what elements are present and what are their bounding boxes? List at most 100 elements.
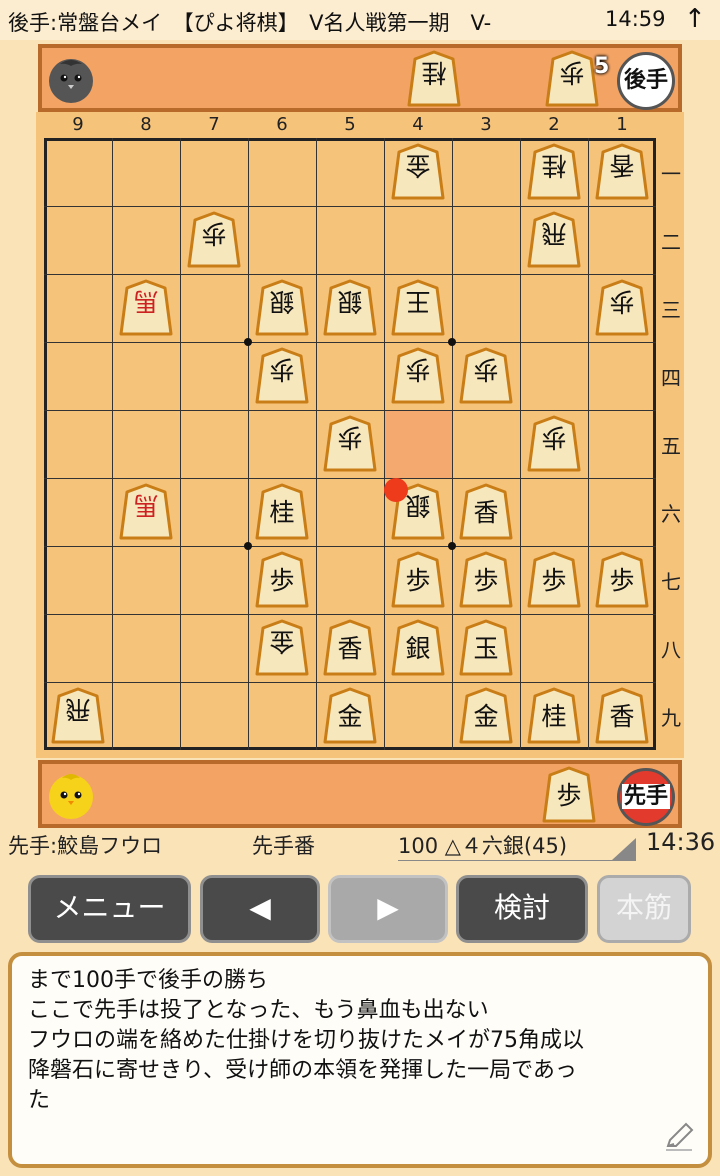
comment-line: フウロの端を絡めた仕掛けを切り抜けたメイが75角成以 xyxy=(28,1028,584,1053)
board-piece[interactable]: 飛 xyxy=(50,687,106,745)
prev-move-button[interactable]: ◀ xyxy=(200,875,320,943)
review-button[interactable]: 検討 xyxy=(456,875,588,943)
piece-label: 飛 xyxy=(541,219,567,248)
grid-line xyxy=(248,138,249,750)
board-piece[interactable]: 香 xyxy=(458,483,514,541)
piece-label: 香 xyxy=(473,498,499,527)
star-point xyxy=(244,338,252,346)
piece-label: 歩 xyxy=(405,566,431,595)
board-piece[interactable]: 歩 xyxy=(458,551,514,609)
file-label: 4 xyxy=(412,114,424,135)
board-piece[interactable]: 香 xyxy=(322,619,378,677)
board-piece[interactable]: 玉 xyxy=(458,619,514,677)
board-piece[interactable]: 歩 xyxy=(526,415,582,473)
board-piece[interactable]: 桂 xyxy=(254,483,310,541)
gote-hand-piece[interactable]: 歩 xyxy=(544,50,600,108)
file-label: 6 xyxy=(276,114,288,135)
move-underline xyxy=(398,860,636,861)
piece-label: 金 xyxy=(337,702,363,731)
board-piece[interactable]: 飛 xyxy=(526,211,582,269)
sente-badge: 先手 xyxy=(617,768,675,826)
gote-piece-stand: 桂 歩5 後手 xyxy=(38,44,682,112)
board-piece[interactable]: 馬 xyxy=(118,483,174,541)
piece-label: 銀 xyxy=(337,287,363,316)
rank-label: 九 xyxy=(661,706,681,730)
piece-label: 銀 xyxy=(269,287,295,316)
grid-line xyxy=(316,138,317,750)
board-piece[interactable]: 金 xyxy=(322,687,378,745)
grid-line xyxy=(112,138,113,750)
board-piece[interactable]: 歩 xyxy=(526,551,582,609)
pencil-icon[interactable] xyxy=(662,1120,696,1154)
comment-line: ここで先手は投了となった、もう鼻血も出ない xyxy=(28,998,489,1023)
piece-label: 香 xyxy=(609,702,635,731)
star-point xyxy=(448,338,456,346)
board-piece[interactable]: 歩 xyxy=(322,415,378,473)
rank-label: 六 xyxy=(661,502,681,526)
file-label: 3 xyxy=(480,114,492,135)
board-piece[interactable]: 香 xyxy=(594,143,650,201)
gote-hand-piece[interactable]: 桂 xyxy=(406,50,462,108)
rank-label: 五 xyxy=(661,434,681,458)
piece-label: 桂 xyxy=(269,498,295,527)
board-piece[interactable]: 歩 xyxy=(594,551,650,609)
grid-line xyxy=(44,478,656,479)
board-piece[interactable]: 金 xyxy=(390,143,446,201)
board-piece[interactable]: 桂 xyxy=(526,687,582,745)
gote-badge: 後手 xyxy=(617,52,675,110)
piece-label: 歩 xyxy=(559,58,585,87)
file-label: 5 xyxy=(344,114,356,135)
board-piece[interactable]: 歩 xyxy=(254,551,310,609)
board-piece[interactable]: 歩 xyxy=(186,211,242,269)
board-piece[interactable]: 歩 xyxy=(458,347,514,405)
board-piece[interactable]: 歩 xyxy=(390,551,446,609)
board-piece[interactable]: 王 xyxy=(390,279,446,337)
star-point xyxy=(244,542,252,550)
board-piece[interactable]: 歩 xyxy=(390,347,446,405)
next-move-button[interactable]: ▶ xyxy=(328,875,448,943)
grid-line xyxy=(44,410,656,411)
board-piece[interactable]: 桂 xyxy=(526,143,582,201)
piece-label: 金 xyxy=(473,702,499,731)
grid-line xyxy=(44,546,656,547)
piece-label: 王 xyxy=(405,287,431,316)
board-piece[interactable]: 銀 xyxy=(322,279,378,337)
piece-label: 桂 xyxy=(421,58,447,87)
mainline-button[interactable]: 本筋 xyxy=(597,875,691,943)
last-move-highlight xyxy=(385,411,452,478)
board-piece[interactable]: 金 xyxy=(458,687,514,745)
sente-hand-piece[interactable]: 歩 xyxy=(541,766,597,824)
current-move[interactable]: 100 △４六銀(45) xyxy=(398,830,567,860)
arrow-up-icon[interactable]: ↑ xyxy=(684,4,706,34)
file-label: 9 xyxy=(72,114,84,135)
piece-label: 歩 xyxy=(609,287,635,316)
board-piece[interactable]: 銀 xyxy=(390,619,446,677)
grid-line xyxy=(44,206,656,207)
rank-label: 一 xyxy=(661,162,681,186)
rank-label: 七 xyxy=(661,570,681,594)
piece-label: 歩 xyxy=(269,355,295,384)
board-piece[interactable]: 歩 xyxy=(594,279,650,337)
hand-count: 5 xyxy=(594,54,610,79)
board-piece[interactable]: 馬 xyxy=(118,279,174,337)
piece-label: 歩 xyxy=(609,566,635,595)
board-piece[interactable]: 歩 xyxy=(254,347,310,405)
menu-button[interactable]: メニュー xyxy=(28,875,191,943)
grid-line xyxy=(44,682,656,683)
comment-line: まで100手で後手の勝ち xyxy=(28,968,268,993)
turn-indicator: 先手番 xyxy=(252,834,315,858)
grid-line xyxy=(44,342,656,343)
board-piece[interactable]: 金 xyxy=(254,619,310,677)
grid-line xyxy=(180,138,181,750)
sente-badge-label: 先手 xyxy=(621,784,670,809)
dropdown-triangle-icon[interactable] xyxy=(612,838,636,860)
board-piece[interactable]: 香 xyxy=(594,687,650,745)
comment-line: 降磐石に寄せきり、受け師の本領を発揮した一局であっ xyxy=(28,1058,577,1083)
file-label: 1 xyxy=(616,114,628,135)
piece-label: 桂 xyxy=(541,702,567,731)
piece-label: 金 xyxy=(405,151,431,180)
piece-label: 香 xyxy=(609,151,635,180)
grid-line xyxy=(44,274,656,275)
board-piece[interactable]: 銀 xyxy=(254,279,310,337)
grid-line xyxy=(452,138,453,750)
